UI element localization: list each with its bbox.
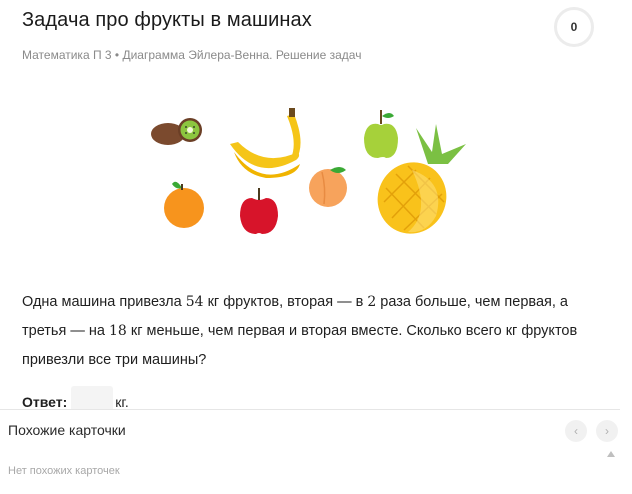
- green-apple-icon: [364, 110, 398, 158]
- peach-icon: [309, 167, 347, 207]
- problem-text: Одна машина привезла 54 кг фруктов, втор…: [22, 294, 578, 368]
- banana-icon: [230, 108, 301, 178]
- answer-unit: кг.: [115, 394, 129, 410]
- chevron-left-icon: ‹: [574, 424, 578, 438]
- red-apple-icon: [240, 188, 278, 234]
- similar-cards-title: Похожие карточки: [8, 422, 126, 438]
- kiwi-icon: [151, 118, 202, 145]
- answer-label: Ответ:: [22, 394, 68, 410]
- scroll-up-icon[interactable]: [607, 451, 615, 457]
- next-button[interactable]: ›: [596, 420, 618, 442]
- prev-button[interactable]: ‹: [565, 420, 587, 442]
- similar-cards-panel: Похожие карточки ‹ › Нет похожих карточе…: [0, 410, 632, 494]
- orange-icon: [164, 181, 204, 228]
- chevron-right-icon: ›: [605, 424, 609, 438]
- empty-similar-text: Нет похожих карточек: [8, 465, 120, 477]
- breadcrumb[interactable]: Математика П 3 • Диаграмма Эйлера-Венна.…: [22, 48, 361, 62]
- task-card: Задача про фрукты в машинах Математика П…: [0, 0, 632, 412]
- card-title: Задача про фрукты в машинах: [22, 9, 312, 31]
- fruits-illustration: [151, 108, 466, 234]
- score-badge: 0: [554, 7, 594, 47]
